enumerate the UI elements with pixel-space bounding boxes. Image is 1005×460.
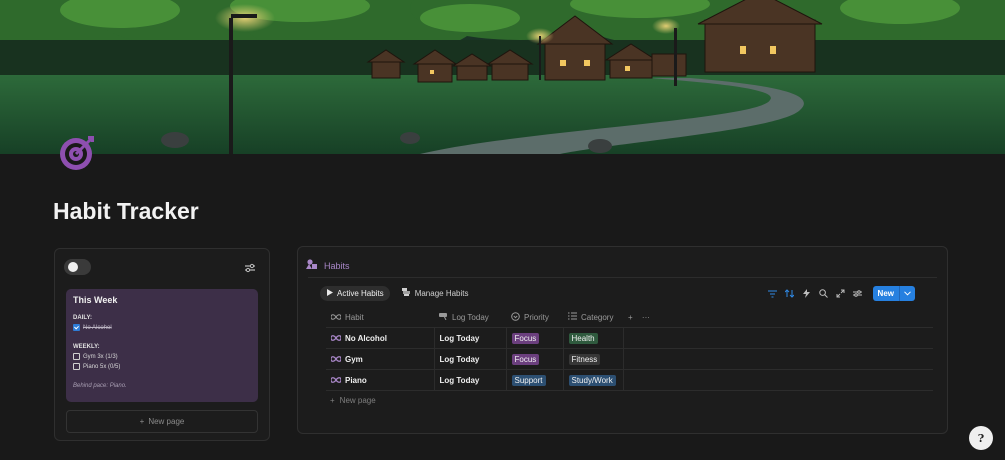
habits-database: Habits Active Habits Manage Habits New H… (297, 246, 948, 434)
checkbox[interactable] (73, 363, 80, 370)
tab-label: Manage Habits (414, 288, 469, 298)
expand-icon[interactable] (836, 289, 846, 299)
database-header[interactable]: Habits (306, 257, 350, 275)
infinity-icon (330, 355, 342, 364)
this-week-card: This Week DAILY: No Alcohol WEEKLY: Gym … (66, 289, 258, 402)
log-today-button[interactable]: Log Today (440, 355, 480, 364)
table-header-row: Habit Log Today Priority Category + ··· (326, 307, 933, 328)
weekly-item-label: Piano 5x (0/5) (83, 363, 121, 370)
category-tag[interactable]: Fitness (568, 353, 601, 365)
weekly-summary-panel: This Week DAILY: No Alcohol WEEKLY: Gym … (54, 248, 270, 441)
column-log-today[interactable]: Log Today (434, 307, 506, 328)
settings-sliders-icon[interactable] (243, 261, 257, 275)
chevron-down-icon[interactable] (899, 286, 915, 301)
week-title: This Week (73, 295, 118, 305)
weekly-item[interactable]: Gym 3x (1/3) (73, 353, 251, 360)
priority-tag[interactable]: Focus (511, 332, 540, 344)
tab-active-habits[interactable]: Active Habits (320, 285, 390, 301)
cover-image (0, 0, 1005, 154)
new-button: New (872, 286, 915, 301)
toggle-icon[interactable] (64, 259, 91, 275)
help-label: ? (977, 431, 985, 445)
filter-icon[interactable] (768, 289, 778, 299)
database-title: Habits (324, 261, 350, 271)
new-page-button[interactable]: + New page (66, 410, 258, 433)
new-page-label: New page (148, 417, 185, 426)
list-icon (401, 288, 411, 298)
habit-name[interactable]: Piano (345, 376, 367, 385)
daily-label: DAILY: (73, 315, 93, 321)
category-tag[interactable]: Health (568, 332, 598, 344)
column-actions: + ··· (623, 307, 933, 328)
weekly-label: WEEKLY: (73, 344, 100, 350)
lightning-icon[interactable] (802, 289, 812, 299)
column-priority[interactable]: Priority (506, 307, 563, 328)
checkbox[interactable] (73, 353, 80, 360)
log-today-button[interactable]: Log Today (440, 334, 480, 343)
infinity-icon (330, 376, 342, 385)
select-icon (511, 311, 520, 323)
help-button[interactable]: ? (969, 426, 993, 450)
habit-name[interactable]: Gym (345, 355, 363, 364)
add-row-button[interactable]: + New page (330, 396, 376, 405)
priority-tag[interactable]: Support (511, 374, 546, 386)
target-icon[interactable] (58, 134, 96, 172)
search-icon[interactable] (819, 289, 829, 299)
priority-tag[interactable]: Focus (511, 353, 540, 365)
play-icon (326, 288, 333, 298)
page-title: Habit Tracker (53, 198, 199, 224)
daily-item[interactable]: No Alcohol (73, 324, 251, 331)
checkbox-checked[interactable] (73, 324, 80, 331)
habits-table: Habit Log Today Priority Category + ··· … (326, 307, 933, 391)
new-button-label[interactable]: New (873, 286, 899, 301)
settings-sliders-icon[interactable] (853, 289, 863, 299)
category-tag[interactable]: Study/Work (568, 374, 616, 386)
village-night-illustration (0, 0, 1005, 154)
pace-note: Behind pace: Piano. (73, 383, 127, 389)
column-label: Category (581, 312, 614, 322)
column-label: Log Today (452, 312, 489, 322)
divider (308, 277, 937, 278)
column-habit[interactable]: Habit (326, 307, 434, 328)
shapes-icon (306, 257, 318, 275)
tab-label: Active Habits (337, 288, 384, 298)
column-label: Habit (345, 312, 364, 322)
new-row-label: New page (339, 396, 376, 405)
sort-icon[interactable] (785, 289, 795, 299)
button-icon (439, 312, 448, 322)
more-icon[interactable]: ··· (642, 313, 650, 322)
plus-icon: + (330, 396, 335, 405)
column-category[interactable]: Category (563, 307, 623, 328)
database-toolbar: New (768, 286, 915, 301)
log-today-button[interactable]: Log Today (440, 376, 480, 385)
plus-icon: + (139, 417, 145, 426)
table-row[interactable]: Gym Log Today Focus Fitness (326, 348, 933, 370)
view-tabs: Active Habits Manage Habits (320, 285, 475, 301)
weekly-item-label: Gym 3x (1/3) (83, 353, 118, 360)
daily-item-label: No Alcohol (83, 324, 112, 331)
weekly-item[interactable]: Piano 5x (0/5) (73, 363, 251, 370)
add-column-icon[interactable]: + (628, 313, 633, 322)
infinity-icon (330, 334, 342, 343)
habit-name[interactable]: No Alcohol (345, 334, 387, 343)
infinity-icon (330, 313, 342, 322)
table-row[interactable]: No Alcohol Log Today Focus Health (326, 327, 933, 349)
list-icon (568, 312, 577, 322)
column-label: Priority (524, 312, 549, 322)
tab-manage-habits[interactable]: Manage Habits (396, 285, 475, 301)
table-row[interactable]: Piano Log Today Support Study/Work (326, 369, 933, 391)
